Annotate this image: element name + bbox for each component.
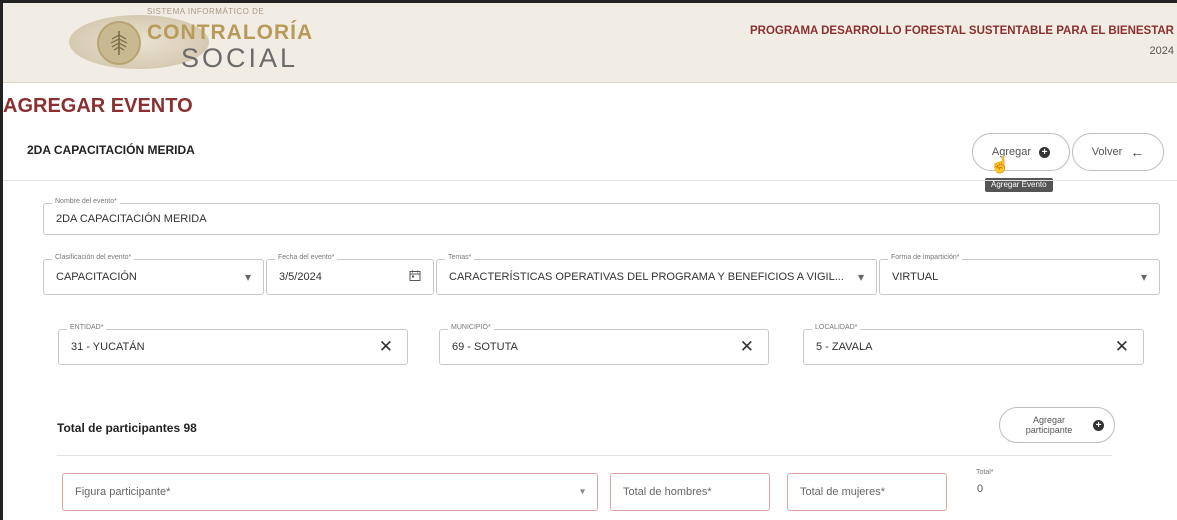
- topics-value: CARACTERÍSTICAS OPERATIVAS DEL PROGRAMA …: [449, 271, 844, 283]
- event-name-value: 2DA CAPACITACIÓN MERIDA: [56, 213, 207, 225]
- divider: [57, 455, 1112, 456]
- classification-label: Clasificación del evento*: [52, 254, 135, 261]
- locality-label: LOCALIDAD*: [812, 324, 861, 331]
- logo-small-text: SISTEMA INFORMÁTICO DE: [147, 7, 265, 16]
- men-total-input[interactable]: Total de hombres*: [610, 473, 770, 511]
- close-icon[interactable]: ✕: [379, 337, 393, 357]
- chevron-down-icon: ▾: [579, 486, 585, 498]
- locality-field[interactable]: LOCALIDAD* 5 - ZAVALA ✕: [803, 324, 1144, 365]
- municipality-value: 69 - SOTUTA: [452, 341, 518, 353]
- event-name-field[interactable]: Nombre del evento* 2DA CAPACITACIÓN MERI…: [43, 198, 1160, 235]
- date-value: 3/5/2024: [279, 271, 322, 283]
- delivery-select[interactable]: Forma de impartición* VIRTUAL ▾: [879, 254, 1160, 295]
- back-button-label: Volver: [1091, 146, 1123, 158]
- event-name-label: Nombre del evento*: [52, 198, 120, 205]
- logo-main-text: CONTRALORÍA: [147, 21, 314, 44]
- date-label: Fecha del evento*: [275, 254, 338, 261]
- logo: SISTEMA INFORMÁTICO DE CONTRALORÍA SOCIA…: [69, 7, 319, 79]
- app-window: SISTEMA INFORMÁTICO DE CONTRALORÍA SOCIA…: [0, 0, 1177, 520]
- participant-figure-placeholder: Figura participante*: [75, 486, 171, 498]
- program-title: PROGRAMA DESARROLLO FORESTAL SUSTENTABLE…: [749, 25, 1174, 37]
- close-icon[interactable]: ✕: [740, 337, 754, 357]
- men-total-placeholder: Total de hombres*: [623, 486, 712, 498]
- municipality-label: MUNICIPIO*: [448, 324, 494, 331]
- chevron-down-icon: ▾: [857, 270, 864, 284]
- arrow-left-icon: ←: [1130, 144, 1145, 160]
- divider: [3, 180, 1177, 181]
- program-year: 2024: [1149, 45, 1174, 57]
- participants-title: Total de participantes 98: [57, 421, 197, 435]
- total-label: Total*: [976, 469, 994, 476]
- participant-figure-select[interactable]: Figura participante* ▾: [62, 473, 598, 511]
- plus-circle-icon: +: [1039, 146, 1051, 158]
- state-label: ENTIDAD*: [67, 324, 107, 331]
- page-title: AGREGAR EVENTO: [3, 95, 193, 117]
- back-button[interactable]: Volver ←: [1072, 133, 1164, 171]
- delivery-value: VIRTUAL: [892, 271, 939, 283]
- total-field: Total* 0: [963, 469, 1123, 511]
- event-title: 2DA CAPACITACIÓN MERIDA: [27, 143, 195, 157]
- topics-label: Temas*: [445, 254, 475, 261]
- municipality-field[interactable]: MUNICIPIO* 69 - SOTUTA ✕: [439, 324, 769, 365]
- women-total-placeholder: Total de mujeres*: [800, 486, 885, 498]
- chevron-down-icon: ▾: [244, 270, 251, 284]
- add-event-button[interactable]: Agregar +: [972, 133, 1070, 171]
- locality-value: 5 - ZAVALA: [816, 341, 873, 353]
- close-icon[interactable]: ✕: [1115, 337, 1129, 357]
- state-field[interactable]: ENTIDAD* 31 - YUCATÁN ✕: [58, 324, 408, 365]
- delivery-label: Forma de impartición*: [888, 254, 963, 261]
- topics-select[interactable]: Temas* CARACTERÍSTICAS OPERATIVAS DEL PR…: [436, 254, 877, 295]
- header-bar: SISTEMA INFORMÁTICO DE CONTRALORÍA SOCIA…: [3, 3, 1177, 83]
- add-participant-label: Agregar participante: [1025, 415, 1073, 435]
- hand-cursor-icon: ☝: [990, 157, 1010, 174]
- classification-value: CAPACITACIÓN: [56, 271, 137, 283]
- state-value: 31 - YUCATÁN: [71, 341, 145, 353]
- classification-select[interactable]: Clasificación del evento* CAPACITACIÓN ▾: [43, 254, 264, 295]
- calendar-icon[interactable]: [409, 270, 421, 285]
- chevron-down-icon: ▾: [1140, 270, 1147, 284]
- women-total-input[interactable]: Total de mujeres*: [787, 473, 947, 511]
- plus-circle-icon: +: [1093, 420, 1104, 431]
- logo-sub-text: SOCIAL: [181, 43, 299, 73]
- leaf-emblem-icon: [97, 21, 141, 65]
- date-field[interactable]: Fecha del evento* 3/5/2024: [266, 254, 434, 295]
- add-participant-button[interactable]: Agregar participante +: [999, 407, 1115, 443]
- total-value: 0: [977, 483, 984, 495]
